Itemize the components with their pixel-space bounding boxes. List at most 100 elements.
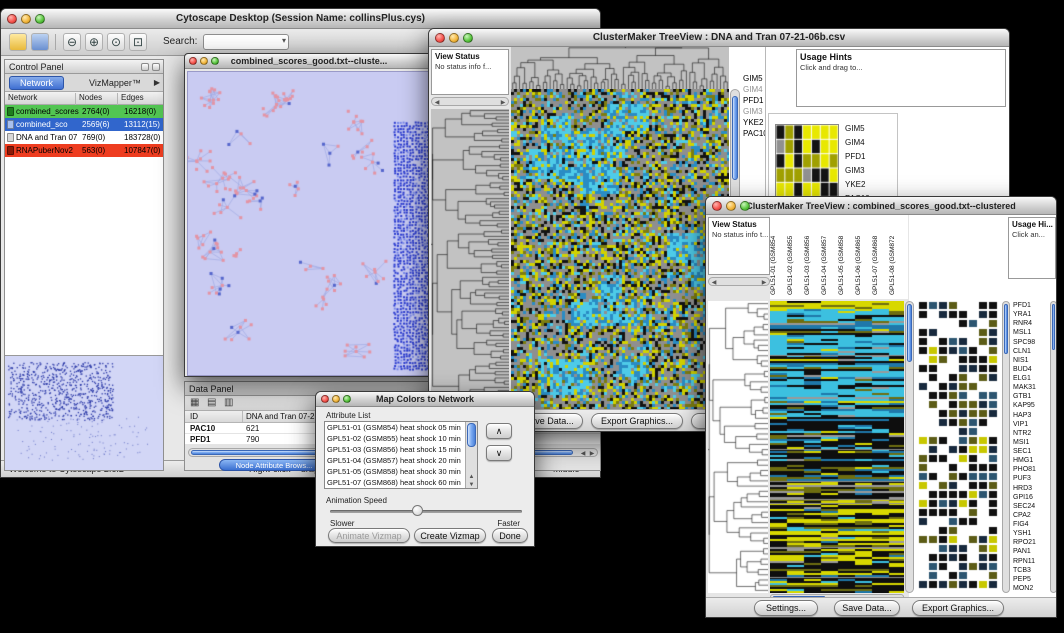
attribute-list[interactable]: GPL51-01 (GSM854) heat shock 05 min GPL51… (324, 421, 478, 489)
scroll-right-icon[interactable]: ▶ (588, 450, 596, 457)
gene-label[interactable]: VIP1 (1013, 420, 1049, 429)
gene-label[interactable]: PHO81 (1013, 465, 1049, 474)
zoom-gene-label[interactable]: PFD1 (845, 150, 893, 164)
tv1-mini-hscrollbar[interactable]: ◀ ▶ (431, 97, 509, 106)
attribute-item[interactable]: GPL51-01 (GSM854) heat shock 05 min (325, 422, 465, 433)
gene-label[interactable]: PAN1 (1013, 547, 1049, 556)
gene-label[interactable]: TCB3 (1013, 566, 1049, 575)
gene-label[interactable]: NIS1 (1013, 356, 1049, 365)
zoom-in-icon[interactable]: ⊕ (85, 33, 103, 51)
scroll-down-icon[interactable]: ▼ (466, 482, 477, 488)
slider-thumb[interactable] (412, 505, 423, 516)
gene-label[interactable]: ELG1 (1013, 374, 1049, 383)
zoom-gene-label[interactable]: GIM4 (845, 136, 893, 150)
gene-label[interactable]: MAK31 (1013, 383, 1049, 392)
scroll-right-icon[interactable]: ▶ (760, 279, 768, 286)
array-label[interactable]: GPL51-02 (GSM855 (787, 215, 804, 297)
tv2-mini-hscrollbar[interactable]: ◀ ▶ (708, 277, 770, 286)
minimize-button[interactable] (449, 33, 459, 43)
gene-label[interactable]: CPA2 (1013, 511, 1049, 520)
zoom-gene-label[interactable]: YKE2 (845, 178, 893, 192)
minimize-button[interactable] (21, 14, 31, 24)
move-down-button[interactable]: ∨ (486, 445, 512, 461)
attribute-cols-icon[interactable]: ▥ (224, 397, 233, 408)
gene-label[interactable]: YSH1 (1013, 529, 1049, 538)
dialog-titlebar[interactable]: Map Colors to Network (316, 392, 534, 407)
array-label[interactable]: GPL51-05 (GSM858 (838, 215, 855, 297)
attribute-item[interactable]: GPL51-04 (GSM857) heat shock 20 min (325, 455, 465, 466)
attribute-rows-icon[interactable]: ▤ (207, 397, 216, 408)
zoom-window-button[interactable] (343, 395, 351, 403)
scroll-right-icon[interactable]: ▶ (499, 99, 507, 106)
gene-label[interactable]: SPC98 (1013, 338, 1049, 347)
zoom-window-button[interactable] (211, 57, 219, 65)
zoom-gene-label[interactable]: GIM3 (845, 164, 893, 178)
array-label[interactable]: GPL51-06 (GSM865 (855, 215, 872, 297)
tab-vizmapper[interactable]: VizMapper™ (83, 77, 147, 89)
network-canvas[interactable] (187, 71, 433, 376)
vscroll-thumb[interactable] (907, 304, 912, 362)
scroll-left-icon[interactable]: ◀ (579, 450, 587, 457)
gene-dendrogram-canvas[interactable] (431, 109, 509, 411)
network-row[interactable]: RNAPuberNov2 563(0) 107847(0) (5, 144, 163, 157)
gene-label[interactable]: GPI16 (1013, 493, 1049, 502)
close-button[interactable] (321, 395, 329, 403)
zoom-gene-label[interactable]: GIM5 (845, 122, 893, 136)
done-button[interactable]: Done (492, 528, 528, 543)
gene-label[interactable]: HMG1 (1013, 456, 1049, 465)
tv2-vscrollbar[interactable] (905, 301, 914, 593)
secondary-heatmap-canvas[interactable] (918, 301, 1000, 593)
gene-label[interactable]: RPN11 (1013, 557, 1049, 566)
node-attribute-browser-tab[interactable]: Node Attribute Brows... (219, 459, 329, 471)
attribute-vscrollbar[interactable]: ▲ ▼ (465, 422, 477, 488)
tv2-vscrollbar2[interactable] (1002, 301, 1010, 593)
close-button[interactable] (435, 33, 445, 43)
gene-label[interactable]: CLN1 (1013, 347, 1049, 356)
birdseye-view-canvas[interactable] (5, 355, 163, 470)
scroll-left-icon[interactable]: ◀ (433, 99, 441, 106)
cytoscape-titlebar[interactable]: Cytoscape Desktop (Session Name: collins… (1, 9, 600, 29)
gene-label[interactable]: KAP95 (1013, 401, 1049, 410)
zoom-window-button[interactable] (463, 33, 473, 43)
gene-label[interactable]: PUF3 (1013, 474, 1049, 483)
search-input[interactable]: ▾ (203, 34, 289, 50)
gene-label[interactable]: YRA1 (1013, 310, 1049, 319)
close-button[interactable] (7, 14, 17, 24)
treeview-action-button[interactable]: Settings... (754, 600, 818, 616)
array-label[interactable]: GPL51-03 (GSM856 (804, 215, 821, 297)
save-session-icon[interactable] (31, 33, 49, 51)
array-label[interactable]: GPL51-07 (GSM868 (872, 215, 889, 297)
tab-network[interactable]: Network (9, 76, 64, 90)
array-label[interactable]: GPL51-08 (GSM872 (889, 215, 906, 297)
network-row[interactable]: combined_sco 2569(6) 13112(15) (5, 118, 163, 131)
close-button[interactable] (189, 57, 197, 65)
animate-vizmap-button[interactable]: Animate Vizmap (328, 528, 410, 543)
tv2-vscrollbar3[interactable] (1050, 301, 1056, 593)
attribute-item[interactable]: GPL51-07 (GSM868) heat shock 60 min (325, 477, 465, 488)
treeview-action-button[interactable]: Save Data... (834, 600, 900, 616)
open-session-icon[interactable] (9, 33, 27, 51)
gene-label[interactable]: HRD3 (1013, 484, 1049, 493)
tab-overflow-icon[interactable]: ▶ (154, 78, 160, 87)
minimize-button[interactable] (726, 201, 736, 211)
network-row[interactable]: DNA and Tran 07 769(0) 183728(0) (5, 131, 163, 144)
gene-label[interactable]: BUD4 (1013, 365, 1049, 374)
attribute-grid-icon[interactable]: ▦ (190, 397, 199, 408)
scroll-up-icon[interactable]: ▲ (466, 474, 477, 480)
network-row[interactable]: combined_scores 2764(0) 16218(0) (5, 105, 163, 118)
gene-label[interactable]: MSI1 (1013, 438, 1049, 447)
zoom-actual-icon[interactable]: ⊙ (107, 33, 125, 51)
zoom-fit-icon[interactable]: ⊡ (129, 33, 147, 51)
array-label[interactable]: GPL51-04 (GSM857 (821, 215, 838, 297)
panel-float-icon[interactable] (141, 63, 149, 71)
animation-speed-slider[interactable] (330, 510, 522, 513)
zoom-out-icon[interactable]: ⊖ (63, 33, 81, 51)
treeview-action-button[interactable]: Export Graphics... (591, 413, 683, 429)
column-dendrogram-canvas[interactable] (511, 47, 729, 89)
gene-label[interactable]: HAP3 (1013, 411, 1049, 420)
vscroll-thumb[interactable] (1004, 304, 1008, 354)
search-dropdown-icon[interactable]: ▾ (282, 36, 286, 45)
move-up-button[interactable]: ∧ (486, 423, 512, 439)
gene-label[interactable]: NTR2 (1013, 429, 1049, 438)
gene-label[interactable]: PFD1 (1013, 301, 1049, 310)
